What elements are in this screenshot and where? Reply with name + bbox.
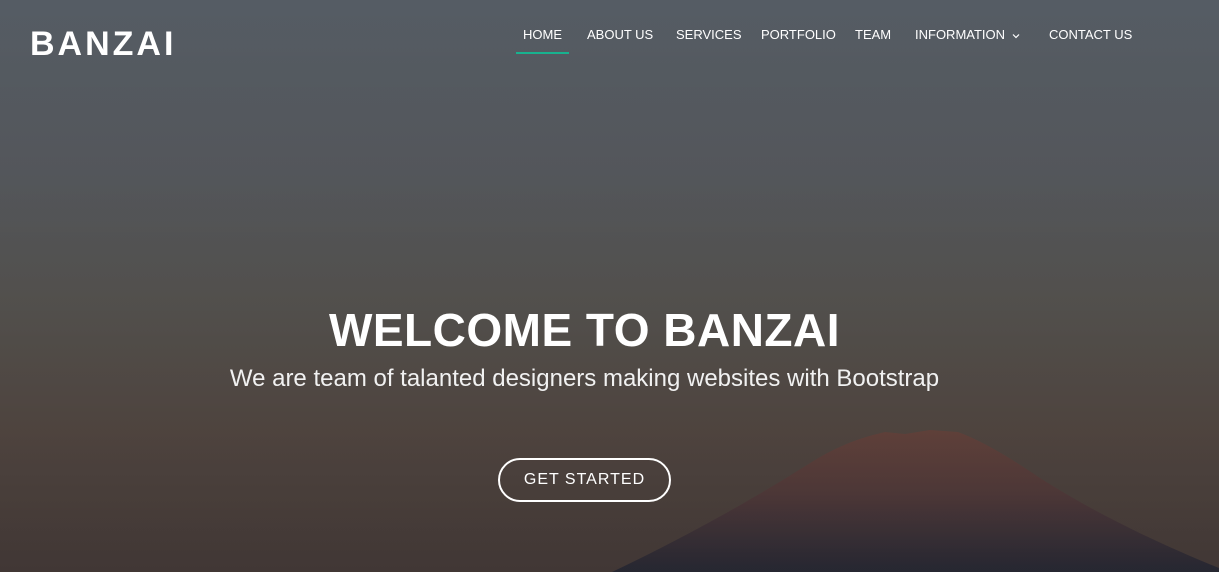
chevron-down-icon [1012, 33, 1020, 38]
nav-item-contact-us[interactable]: CONTACT US [1049, 0, 1132, 56]
nav-label: ABOUT US [587, 27, 654, 42]
nav-item-team[interactable]: TEAM [855, 0, 891, 56]
get-started-button[interactable]: GET STARTED [498, 458, 671, 502]
nav-label: SERVICES [676, 27, 742, 42]
nav-item-portfolio[interactable]: PORTFOLIO [761, 0, 836, 56]
navbar: BANZAI HOME ABOUT US SERVICES PORTFOLIO … [0, 0, 1219, 70]
nav-label: CONTACT US [1049, 27, 1133, 42]
nav-label: INFORMATION [915, 27, 1006, 42]
nav-label: TEAM [855, 27, 892, 42]
nav-item-services[interactable]: SERVICES [676, 0, 742, 56]
hero-section: BANZAI HOME ABOUT US SERVICES PORTFOLIO … [0, 0, 1219, 572]
site-logo[interactable]: BANZAI [30, 24, 176, 64]
nav-label-wrap: INFORMATION [915, 0, 1020, 69]
nav-label: HOME [523, 27, 562, 42]
hero-content: WELCOME TO BANZAI We are team of talante… [0, 300, 1169, 394]
hero-title: WELCOME TO BANZAI [328, 304, 841, 356]
nav-item-about-us[interactable]: ABOUT US [587, 0, 653, 56]
nav-item-information[interactable]: INFORMATION [915, 0, 1020, 56]
hero-subtitle: We are team of talanted designers making… [229, 365, 940, 392]
nav-item-home[interactable]: HOME [516, 0, 569, 56]
nav-label: PORTFOLIO [761, 27, 836, 42]
